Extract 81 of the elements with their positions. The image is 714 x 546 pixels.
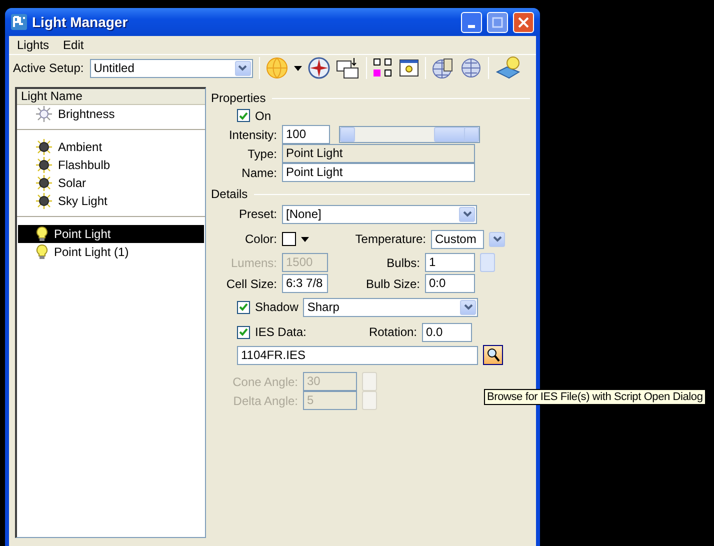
setup-dropdown[interactable]: Untitled [90,58,253,78]
mesh-globe-icon[interactable] [460,57,482,79]
field-label: Bulbs: [386,256,420,270]
dropdown-button[interactable] [459,206,475,222]
readonly-field: Point Light [282,144,475,163]
list-item[interactable]: Sky Light [18,192,204,210]
dark-sun-icon [36,193,52,209]
minimize-button[interactable] [461,12,482,32]
search-button[interactable] [483,345,503,365]
field-label: Intensity: [228,128,277,142]
mesh-globe-icon[interactable] [432,57,454,79]
checkbox-label: IES Data: [255,325,308,339]
input-field[interactable]: 1 [425,253,475,272]
field-label: Delta Angle: [232,394,298,408]
preset-dropdown[interactable]: [None] [282,204,477,224]
lamp-icon[interactable] [494,56,521,80]
field-label: Active Setup: [13,61,84,75]
dropdown-button[interactable] [489,232,505,246]
input-field[interactable]: Point Light [282,163,475,182]
checkbox-label: On [255,108,272,122]
list-item[interactable]: Solar [18,174,204,192]
field-label: Cone Angle: [232,374,298,388]
sun-icon [36,106,52,122]
input-field[interactable]: 0:0 [425,274,475,293]
section-title: Details [211,187,248,201]
app-icon [11,14,27,30]
bulb-window-icon[interactable] [398,58,419,78]
maximize-button[interactable] [487,12,508,32]
section-title: Properties [211,91,266,105]
caret-icon[interactable] [301,236,309,242]
light-bulb-icon [36,226,48,242]
field-label: Name: [240,166,277,180]
compass-icon[interactable] [308,57,330,79]
checkbox-label: Shadow [255,300,298,314]
field-label: Temperature: [354,232,426,246]
dark-sun-icon [36,175,52,191]
minimize-icon [468,24,475,28]
grid-icon[interactable] [372,58,393,78]
maximize-icon [492,16,503,28]
field-label: Preset: [238,207,277,221]
field-label: Cell Size: [225,276,277,290]
tooltip: Browse for IES File(s) with Script Open Dialog [484,389,706,405]
dropdown-button[interactable] [460,300,476,314]
close-button[interactable] [513,12,534,32]
chevron-down-icon [464,304,473,310]
caret-icon[interactable] [294,66,302,70]
list-item[interactable]: Brightness [18,105,204,123]
list-item[interactable]: Ambient [18,138,204,156]
slider-thumb[interactable] [434,127,466,142]
color-swatch[interactable] [282,232,296,246]
checkbox[interactable] [237,300,250,314]
field-label: Rotation: [368,325,417,339]
dropdown-button[interactable] [234,60,251,76]
dark-sun-icon [36,157,52,173]
menu-item[interactable]: Edit [63,38,84,52]
input-field[interactable]: 100 [282,125,330,144]
field-label: Lumens: [230,256,277,270]
light-bulb-icon [36,244,48,260]
slider-track[interactable] [339,126,480,143]
list-item[interactable]: Point Light [18,225,204,243]
checkbox[interactable] [237,109,250,122]
field-label: Color: [244,232,277,246]
field-label: Bulb Size: [364,276,420,290]
checkbox[interactable] [237,326,250,338]
menu-item[interactable]: Lights [17,38,50,52]
windows-icon[interactable] [336,57,360,79]
input-field[interactable]: Custom [431,230,484,248]
input-field[interactable]: 6:3 7/8 [282,274,328,293]
window-title: Light Manager [32,14,129,30]
input-field[interactable]: 0.0 [422,322,472,342]
chevron-down-icon [492,236,502,242]
dark-sun-icon [36,139,52,155]
chevron-down-icon [462,211,472,217]
column-header[interactable]: Light Name [17,89,205,105]
list-item[interactable]: Point Light (1) [18,243,204,261]
file-path-field[interactable]: 1104FR.IES [237,346,478,364]
shadow-dropdown[interactable]: Sharp [303,298,478,316]
list-item[interactable]: Flashbulb [18,156,204,174]
chevron-down-icon [238,65,248,71]
close-icon [518,16,529,28]
field-label: Type: [246,146,277,160]
